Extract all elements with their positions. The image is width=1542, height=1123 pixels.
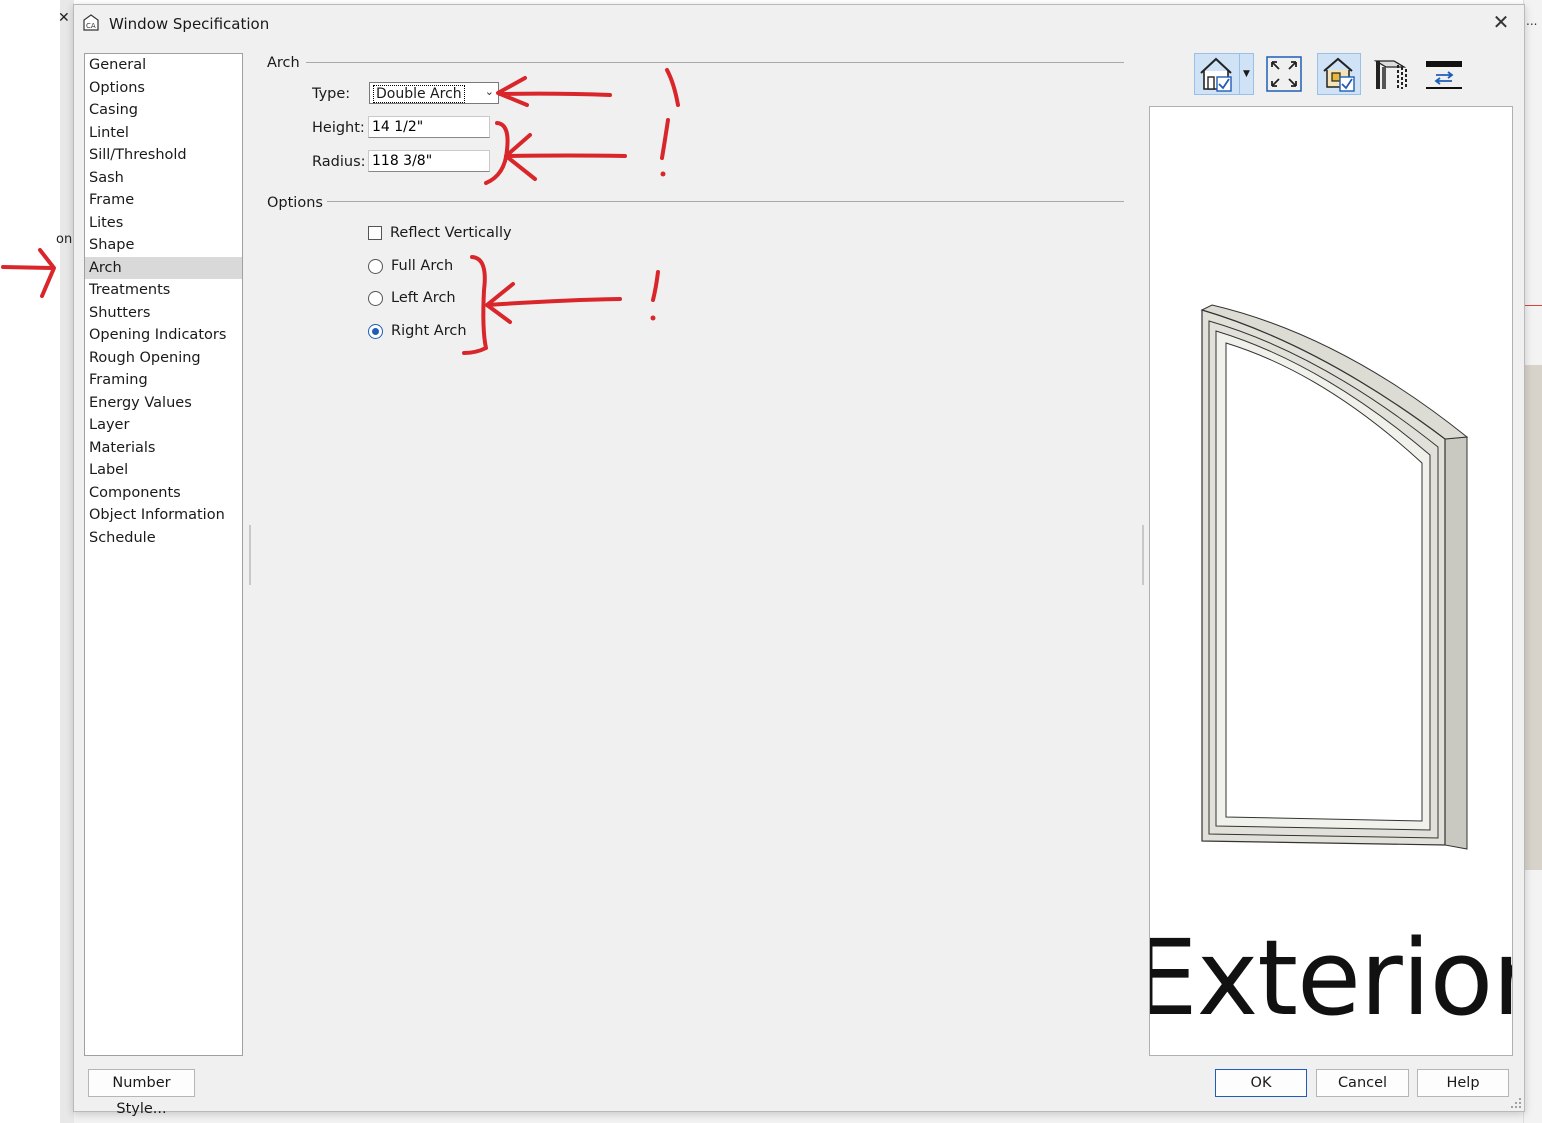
- window-3d-preview: [1200, 304, 1469, 850]
- nav-item-components[interactable]: Components: [85, 482, 242, 505]
- reflect-vertically-label: Reflect Vertically: [390, 225, 512, 241]
- svg-text:CA: CA: [86, 22, 96, 30]
- nav-item-opening-indicators[interactable]: Opening Indicators: [85, 324, 242, 347]
- reflect-vertically-checkbox[interactable]: Reflect Vertically: [368, 225, 512, 241]
- full-arch-radio[interactable]: Full Arch: [368, 258, 453, 274]
- nav-item-label[interactable]: Label: [85, 459, 242, 482]
- exterior-label: Exterior: [1149, 917, 1513, 1039]
- arch-section-divider: [306, 62, 1124, 63]
- nav-item-frame[interactable]: Frame: [85, 189, 242, 212]
- dialog-title: Window Specification: [109, 15, 270, 33]
- title-bar: CA Window Specification ✕: [74, 5, 1524, 43]
- swap-button[interactable]: [1424, 53, 1464, 95]
- height-label: Height:: [312, 120, 365, 136]
- show-materials-button[interactable]: [1317, 53, 1361, 95]
- right-splitter-handle[interactable]: [1142, 525, 1144, 585]
- type-label: Type:: [312, 86, 351, 102]
- nav-item-layer[interactable]: Layer: [85, 414, 242, 437]
- right-arch-radio[interactable]: Right Arch: [368, 323, 467, 339]
- radio-circle[interactable]: [368, 290, 383, 306]
- nav-item-sill-threshold[interactable]: Sill/Threshold: [85, 144, 242, 167]
- wall-view-button[interactable]: [1371, 53, 1411, 95]
- category-list: General Options Casing Lintel Sill/Thres…: [84, 53, 243, 1056]
- arch-type-value: Double Arch: [373, 85, 465, 103]
- nav-item-sash[interactable]: Sash: [85, 167, 242, 190]
- nav-item-shape[interactable]: Shape: [85, 234, 242, 257]
- nav-item-lites[interactable]: Lites: [85, 212, 242, 235]
- background-app-left: [60, 0, 74, 1123]
- preview-pane[interactable]: Exterior: [1149, 106, 1513, 1056]
- right-arch-label: Right Arch: [391, 323, 467, 339]
- nav-item-framing[interactable]: Framing: [85, 369, 242, 392]
- background-panel-block: [1523, 365, 1542, 870]
- chevron-down-icon: ⌄: [484, 85, 494, 98]
- checkbox-box[interactable]: [368, 226, 382, 240]
- arrow-to-arch-nav: [1, 248, 56, 298]
- left-arch-label: Left Arch: [391, 290, 456, 306]
- number-style-button[interactable]: Number Style...: [88, 1069, 195, 1117]
- height-input[interactable]: [368, 116, 490, 138]
- background-more-icon[interactable]: ...: [1526, 14, 1537, 28]
- close-button[interactable]: ✕: [1490, 11, 1512, 33]
- options-section-label: Options: [267, 195, 323, 211]
- nav-item-lintel[interactable]: Lintel: [85, 122, 242, 145]
- nav-item-materials[interactable]: Materials: [85, 437, 242, 460]
- wall-view-icon: [1373, 60, 1407, 89]
- full-arch-label: Full Arch: [391, 258, 454, 274]
- background-red-line: [1523, 305, 1542, 306]
- radius-label: Radius:: [312, 154, 366, 170]
- arch-type-select[interactable]: Double Arch ⌄: [369, 82, 499, 104]
- radius-input[interactable]: [368, 150, 490, 172]
- view-3d-dropdown[interactable]: ▼: [1240, 53, 1254, 95]
- left-arch-radio[interactable]: Left Arch: [368, 290, 456, 306]
- view-3d-button[interactable]: [1194, 53, 1240, 95]
- view-3d-icon: [1200, 57, 1232, 92]
- nav-item-rough-opening[interactable]: Rough Opening: [85, 347, 242, 370]
- nav-item-arch[interactable]: Arch: [85, 256, 242, 279]
- radio-circle-selected[interactable]: [368, 323, 383, 339]
- caret-down-icon: ▼: [1243, 69, 1250, 79]
- background-close-icon[interactable]: ✕: [58, 10, 70, 26]
- nav-item-energy-values[interactable]: Energy Values: [85, 392, 242, 415]
- nav-item-casing[interactable]: Casing: [85, 99, 242, 122]
- left-splitter-handle[interactable]: [249, 525, 251, 585]
- nav-item-options[interactable]: Options: [85, 77, 242, 100]
- arch-section-label: Arch: [267, 55, 300, 71]
- app-logo-icon: CA: [83, 14, 99, 31]
- options-section-divider: [327, 201, 1124, 202]
- nav-item-object-information[interactable]: Object Information: [85, 504, 242, 527]
- cancel-button[interactable]: Cancel: [1316, 1069, 1409, 1097]
- nav-item-general[interactable]: General: [85, 54, 242, 77]
- swap-icon: [1426, 61, 1462, 89]
- radio-circle[interactable]: [368, 258, 383, 274]
- nav-item-shutters[interactable]: Shutters: [85, 302, 242, 325]
- show-materials-icon: [1323, 57, 1355, 92]
- help-button[interactable]: Help: [1417, 1069, 1509, 1097]
- nav-item-treatments[interactable]: Treatments: [85, 279, 242, 302]
- ok-button[interactable]: OK: [1215, 1069, 1307, 1097]
- background-text-fragment: on: [56, 232, 73, 247]
- window-specification-dialog: CA Window Specification ✕ General Option…: [73, 4, 1525, 1117]
- fill-window-button[interactable]: [1264, 53, 1304, 95]
- resize-grip-icon[interactable]: [1510, 1097, 1522, 1109]
- nav-item-schedule[interactable]: Schedule: [85, 527, 242, 550]
- fill-window-icon: [1266, 56, 1302, 92]
